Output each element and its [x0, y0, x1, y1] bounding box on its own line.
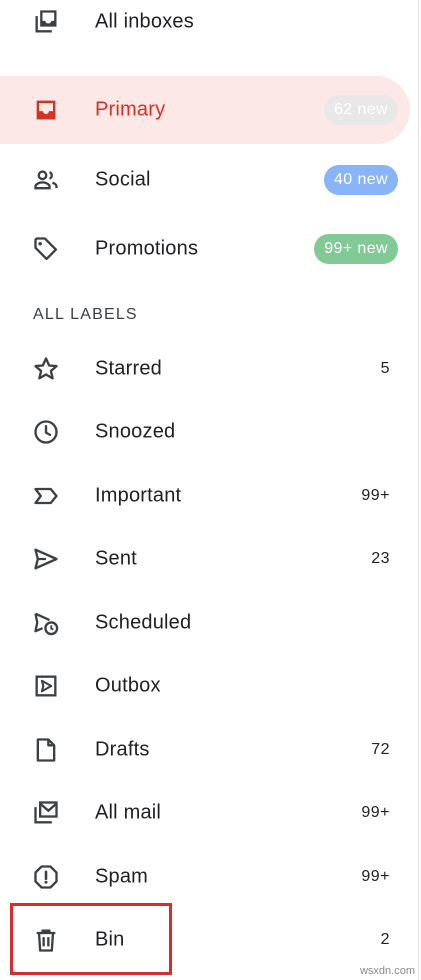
nav-item-outbox[interactable]: Outbox: [0, 654, 410, 718]
unread-badge: 99+ new: [314, 234, 398, 264]
draft-icon: [30, 734, 62, 766]
nav-item-primary[interactable]: Primary 62 new: [0, 76, 410, 144]
nav-item-label: All inboxes: [95, 10, 194, 33]
nav-item-all-mail[interactable]: All mail 99+: [0, 781, 410, 845]
item-count: 99+: [361, 804, 390, 821]
nav-item-label: Scheduled: [95, 611, 192, 634]
nav-item-label: All mail: [95, 801, 162, 824]
outbox-icon: [30, 670, 62, 702]
item-count: 2: [380, 931, 390, 948]
navigation-drawer: All inboxes Primary 62 new Social 40 new…: [0, 0, 419, 980]
nav-item-label: Important: [95, 484, 182, 507]
nav-item-all-inboxes[interactable]: All inboxes: [0, 0, 410, 54]
scheduled-icon: [30, 607, 62, 639]
nav-item-social[interactable]: Social 40 new: [0, 148, 410, 212]
item-count: 99+: [361, 487, 390, 504]
item-count: 5: [380, 360, 390, 377]
nav-item-snoozed[interactable]: Snoozed: [0, 400, 410, 464]
item-count: 72: [371, 741, 390, 758]
item-count: 99+: [361, 868, 390, 885]
nav-item-label: Outbox: [95, 674, 161, 697]
nav-item-label: Drafts: [95, 738, 150, 761]
star-icon: [30, 353, 62, 385]
nav-item-drafts[interactable]: Drafts 72: [0, 718, 410, 782]
nav-item-label: Snoozed: [95, 420, 176, 443]
important-icon: [30, 480, 62, 512]
nav-item-starred[interactable]: Starred 5: [0, 337, 410, 401]
watermark: wsxdn.com: [359, 965, 415, 977]
nav-item-spam[interactable]: Spam 99+: [0, 845, 410, 909]
nav-item-label: Promotions: [95, 237, 199, 260]
send-icon: [30, 543, 62, 575]
nav-item-sent[interactable]: Sent 23: [0, 527, 410, 591]
nav-item-label: Social: [95, 168, 151, 191]
nav-item-label: Spam: [95, 865, 149, 888]
item-count: 23: [371, 550, 390, 567]
nav-item-promotions[interactable]: Promotions 99+ new: [0, 217, 410, 281]
section-header-all-labels: ALL LABELS: [33, 306, 138, 323]
highlight-box: [10, 903, 172, 975]
nav-item-important[interactable]: Important 99+: [0, 464, 410, 528]
nav-item-scheduled[interactable]: Scheduled: [0, 591, 410, 655]
all-inboxes-icon: [30, 6, 62, 38]
tag-icon: [30, 233, 62, 265]
people-icon: [30, 164, 62, 196]
inbox-icon: [30, 94, 62, 126]
nav-item-label: Starred: [95, 357, 162, 380]
clock-icon: [30, 416, 62, 448]
nav-item-label: Sent: [95, 547, 137, 570]
unread-badge: 40 new: [324, 165, 398, 195]
spam-icon: [30, 861, 62, 893]
all-mail-icon: [30, 797, 62, 829]
unread-badge: 62 new: [324, 95, 398, 125]
nav-item-label: Primary: [95, 98, 166, 121]
